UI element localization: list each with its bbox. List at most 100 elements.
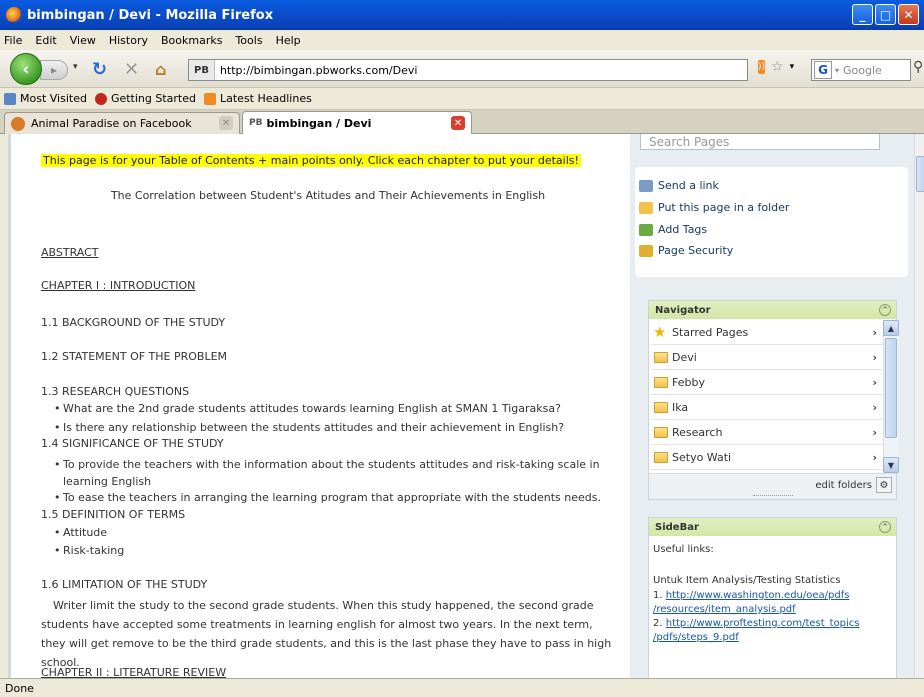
firefox-icon <box>6 7 22 23</box>
list-item: Is there any relationship between the st… <box>54 421 564 434</box>
instruction-notice: This page is for your Table of Contents … <box>41 154 581 167</box>
washington-link-cont[interactable]: /resources/item_analysis.pdf <box>653 604 796 615</box>
chevron-right-icon: › <box>872 425 877 439</box>
nav-item-research[interactable]: Research › <box>651 420 883 445</box>
forward-button[interactable]: ▸ <box>40 60 68 80</box>
washington-link[interactable]: http://www.washington.edu/oea/pdfs <box>666 590 850 601</box>
search-placeholder: Google <box>843 63 882 77</box>
chapter1-link[interactable]: CHAPTER I : INTRODUCTION <box>41 279 195 292</box>
page-scrollbar[interactable] <box>914 134 924 678</box>
history-dropdown-icon[interactable]: ▾ <box>73 62 78 72</box>
window-titlebar: bimbingan / Devi - Mozilla Firefox _ □ ✕ <box>0 0 924 30</box>
tab-close-icon[interactable]: ✕ <box>451 116 465 130</box>
key-icon <box>639 244 653 257</box>
proftesting-link[interactable]: http://www.proftesting.com/test_topics <box>666 618 860 629</box>
menu-help[interactable]: Help <box>276 34 301 47</box>
menu-edit[interactable]: Edit <box>35 34 56 47</box>
document-title: The Correlation between Student's Atitud… <box>110 189 546 202</box>
menu-view[interactable]: View <box>70 34 96 47</box>
rss-feed-icon[interactable]: )) <box>758 60 766 74</box>
scroll-up-icon[interactable]: ▲ <box>883 320 899 336</box>
navigator-scrollbar[interactable]: ▲ ▼ <box>883 320 899 473</box>
reload-icon[interactable]: ↻ <box>92 59 107 80</box>
chevron-right-icon: › <box>872 450 877 464</box>
minimize-button[interactable]: _ <box>852 4 873 25</box>
nav-item-ika[interactable]: Ika › <box>651 395 883 420</box>
page-scroll-thumb[interactable] <box>916 156 924 192</box>
navigator-panel: Navigator ^ ★ Starred Pages › Devi › Feb… <box>648 300 899 500</box>
send-link-action[interactable]: Send a link <box>639 179 719 192</box>
bookmark-latest-headlines[interactable]: Latest Headlines <box>204 92 312 105</box>
chapter2-link[interactable]: CHAPTER II : LITERATURE REVIEW <box>41 666 226 678</box>
list-item: What are the 2nd grade students attitude… <box>54 402 561 415</box>
search-pages-input[interactable]: Search Pages <box>640 134 880 150</box>
envelope-icon <box>639 179 653 192</box>
navigator-header: Navigator ^ <box>649 301 896 319</box>
links-heading: Untuk Item Analysis/Testing Statistics <box>653 575 841 586</box>
navigation-toolbar: ▸ ‹ ▾ ↻ ✕ ⌂ PB http://bimbingan.pbworks.… <box>0 50 924 88</box>
page-security-action[interactable]: Page Security <box>639 244 733 257</box>
home-icon[interactable]: ⌂ <box>155 60 166 79</box>
chevron-right-icon: › <box>872 375 877 389</box>
bookmark-star-icon[interactable]: ☆ <box>771 59 784 75</box>
put-in-folder-action[interactable]: Put this page in a folder <box>639 201 789 214</box>
collapse-icon[interactable]: ^ <box>879 521 891 533</box>
add-tags-action[interactable]: Add Tags <box>639 223 707 236</box>
bookmarks-toolbar: Most Visited Getting Started Latest Head… <box>0 88 924 110</box>
menu-file[interactable]: File <box>4 34 22 47</box>
proftesting-link-cont[interactable]: /pdfs/steps_9.pdf <box>653 632 739 643</box>
bookmark-most-visited[interactable]: Most Visited <box>4 92 87 105</box>
close-button[interactable]: ✕ <box>898 4 919 25</box>
menu-tools[interactable]: Tools <box>235 34 262 47</box>
link-list: 1. http://www.washington.edu/oea/pdfs /r… <box>653 590 860 643</box>
folder-icon <box>639 201 653 214</box>
section-1-4: 1.4 SIGNIFICANCE OF THE STUDY <box>41 437 224 450</box>
list-item: Risk-taking <box>54 544 124 557</box>
engine-dropdown-icon[interactable]: ▾ <box>835 66 839 75</box>
section-1-1: 1.1 BACKGROUND OF THE STUDY <box>41 316 226 329</box>
status-text: Done <box>5 681 34 695</box>
resize-handle[interactable] <box>753 495 793 497</box>
folder-icon <box>654 426 668 438</box>
status-bar: Done <box>0 678 924 697</box>
nav-item-febby[interactable]: Febby › <box>651 370 883 395</box>
tab-close-icon[interactable]: ✕ <box>219 116 233 130</box>
url-dropdown-icon[interactable]: ▾ <box>790 62 795 72</box>
maximize-button[interactable]: □ <box>875 4 896 25</box>
back-button[interactable]: ‹ <box>10 53 42 85</box>
search-box[interactable]: G ▾ Google <box>811 59 911 81</box>
edit-folders-link[interactable]: edit folders <box>815 480 872 491</box>
navigator-list: ★ Starred Pages › Devi › Febby › Ika › R… <box>649 320 898 473</box>
section-1-2: 1.2 STATEMENT OF THE PROBLEM <box>41 350 228 363</box>
menu-history[interactable]: History <box>109 34 148 47</box>
nav-item-setyo-wati[interactable]: Setyo Wati › <box>651 445 883 470</box>
folder-icon <box>654 451 668 463</box>
folder-icon <box>654 351 668 363</box>
scroll-thumb[interactable] <box>885 338 897 438</box>
section-1-6: 1.6 LIMITATION OF THE STUDY <box>41 578 208 591</box>
tab-animal-paradise[interactable]: Animal Paradise on Facebook ✕ <box>4 112 240 134</box>
main-content-pane: This page is for your Table of Contents … <box>8 134 630 678</box>
tab-bimbingan-devi[interactable]: PB bimbingan / Devi ✕ <box>242 111 472 134</box>
window-title: bimbingan / Devi - Mozilla Firefox <box>27 7 274 23</box>
collapse-icon[interactable]: ^ <box>879 304 891 316</box>
abstract-link[interactable]: ABSTRACT <box>41 246 99 259</box>
site-identity-badge[interactable]: PB <box>189 60 215 80</box>
url-bar[interactable]: PB http://bimbingan.pbworks.com/Devi <box>188 59 748 81</box>
tab-favicon-icon <box>11 116 25 131</box>
tab-site-badge: PB <box>249 118 263 128</box>
list-item: Attitude <box>54 526 107 539</box>
search-go-icon[interactable]: ⚲ <box>913 59 923 75</box>
gear-icon[interactable]: ⚙ <box>876 477 892 493</box>
google-engine-icon[interactable]: G <box>814 61 832 79</box>
nav-item-starred[interactable]: ★ Starred Pages › <box>651 320 883 345</box>
menu-bookmarks[interactable]: Bookmarks <box>161 34 222 47</box>
section-1-3: 1.3 RESEARCH QUESTIONS <box>41 385 190 398</box>
bookmark-getting-started[interactable]: Getting Started <box>94 92 196 105</box>
chevron-right-icon: › <box>872 400 877 414</box>
scroll-down-icon[interactable]: ▼ <box>883 457 899 473</box>
nav-item-devi[interactable]: Devi › <box>651 345 883 370</box>
tab-bar: Animal Paradise on Facebook ✕ PB bimbing… <box>0 110 924 134</box>
stop-icon[interactable]: ✕ <box>124 59 139 80</box>
menu-bar: File Edit View History Bookmarks Tools H… <box>0 30 924 50</box>
